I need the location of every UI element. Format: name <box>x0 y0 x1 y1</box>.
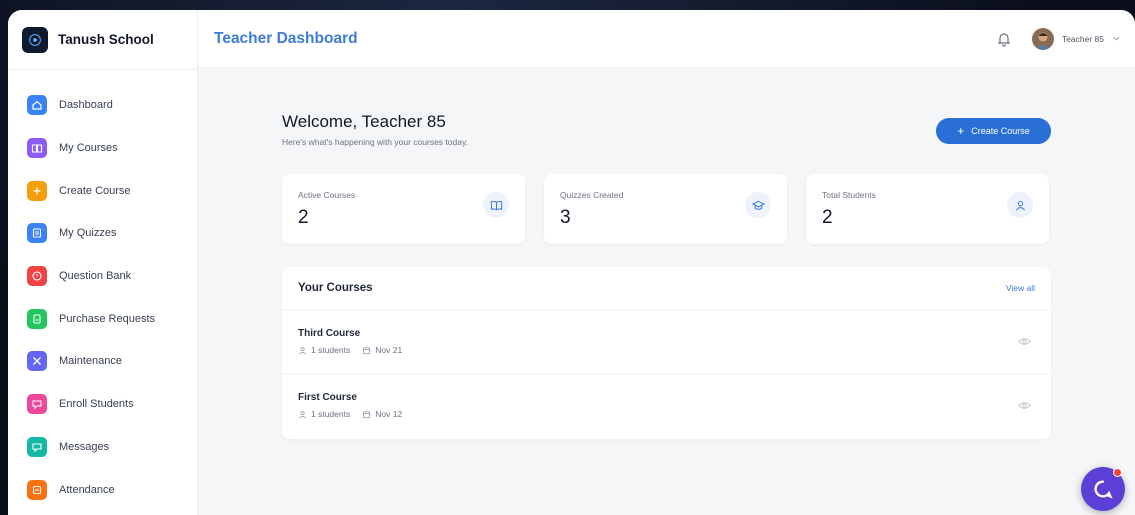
students-icon <box>299 410 306 418</box>
brand[interactable]: Tanush School <box>8 10 197 70</box>
stat-card-quizzes-created: Quizzes Created 3 <box>544 174 787 244</box>
calendar-icon <box>363 346 371 354</box>
enroll-icon <box>27 394 47 415</box>
students-icon <box>299 346 306 354</box>
stat-label: Quizzes Created <box>560 190 624 200</box>
students-icon <box>1007 192 1033 218</box>
create-course-button[interactable]: + Create Course <box>936 118 1051 144</box>
sidebar-item-question-bank[interactable]: Question Bank <box>8 255 197 298</box>
course-name: First Course <box>298 392 357 403</box>
sidebar-nav: Dashboard My Courses Create Course My Qu… <box>8 70 197 511</box>
stat-card-total-students: Total Students 2 <box>806 174 1049 244</box>
sidebar-item-label: Messages <box>59 440 110 453</box>
plus-icon <box>27 180 47 201</box>
stat-card-active-courses: Active Courses 2 <box>282 174 525 244</box>
question-icon <box>27 266 47 287</box>
stat-label: Active Courses <box>298 190 356 200</box>
avatar[interactable] <box>1031 27 1054 50</box>
graduation-cap-icon <box>745 192 771 218</box>
attendance-icon <box>27 479 47 500</box>
welcome-subtitle: Here's what's happening with your course… <box>282 137 468 147</box>
quiz-icon <box>27 223 47 244</box>
home-icon <box>27 95 47 116</box>
welcome-title: Welcome, Teacher 85 <box>282 112 446 131</box>
course-date: Nov 12 <box>375 409 403 419</box>
create-course-label: Create Course <box>971 126 1030 136</box>
stat-label: Total Students <box>822 190 876 200</box>
courses-title: Your Courses <box>298 282 373 294</box>
sidebar-item-dashboard[interactable]: Dashboard <box>8 84 197 127</box>
book-open-icon <box>483 192 509 218</box>
sidebar-item-label: Create Course <box>59 184 131 197</box>
sidebar-item-label: Enroll Students <box>59 398 134 411</box>
user-name[interactable]: Teacher 85 <box>1062 34 1104 44</box>
top-header: Teacher Dashboard Teacher 85 <box>198 10 1135 68</box>
message-icon <box>27 436 47 457</box>
course-name: Third Course <box>298 328 361 339</box>
bell-icon[interactable] <box>996 31 1012 47</box>
course-row[interactable]: First Course 1 students Nov 12 <box>282 374 1051 438</box>
sidebar-item-attendance[interactable]: Attendance <box>8 468 197 511</box>
stat-value: 2 <box>822 207 833 228</box>
school-logo-icon <box>22 26 48 53</box>
sidebar-item-my-quizzes[interactable]: My Quizzes <box>8 212 197 255</box>
sidebar-item-messages[interactable]: Messages <box>8 426 197 469</box>
sidebar: Tanush School Dashboard My Courses Creat… <box>8 10 198 515</box>
sidebar-item-maintenance[interactable]: Maintenance <box>8 340 197 383</box>
notification-dot <box>1113 468 1122 477</box>
app-window: Tanush School Dashboard My Courses Creat… <box>8 10 1135 515</box>
stat-value: 2 <box>298 207 309 228</box>
course-students: 1 students <box>311 345 351 355</box>
eye-icon[interactable] <box>1018 335 1031 348</box>
document-icon <box>27 308 47 329</box>
plus-icon: + <box>957 124 965 138</box>
sidebar-item-label: Purchase Requests <box>59 312 155 325</box>
course-meta: 1 students Nov 12 <box>298 409 402 419</box>
courses-header: Your Courses View all <box>282 267 1051 310</box>
sidebar-item-label: My Courses <box>59 142 118 155</box>
sidebar-item-purchase-requests[interactable]: Purchase Requests <box>8 297 197 340</box>
calendar-icon <box>363 410 371 418</box>
book-icon <box>27 138 47 159</box>
sidebar-item-label: My Quizzes <box>59 227 117 240</box>
wrench-icon <box>27 351 47 372</box>
header-actions: Teacher 85 <box>996 27 1121 50</box>
chat-icon <box>1094 480 1113 499</box>
sidebar-item-my-courses[interactable]: My Courses <box>8 127 197 170</box>
welcome-section: Welcome, Teacher 85 Here's what's happen… <box>282 112 468 147</box>
main-content: Welcome, Teacher 85 Here's what's happen… <box>198 68 1135 515</box>
sidebar-item-label: Question Bank <box>59 270 132 283</box>
sidebar-item-create-course[interactable]: Create Course <box>8 169 197 212</box>
course-meta: 1 students Nov 21 <box>298 345 402 355</box>
stat-value: 3 <box>560 207 571 228</box>
view-all-link[interactable]: View all <box>1006 283 1035 293</box>
course-date: Nov 21 <box>375 345 403 355</box>
course-students: 1 students <box>311 409 351 419</box>
courses-panel: Your Courses View all Third Course 1 stu… <box>282 267 1051 439</box>
sidebar-item-enroll-students[interactable]: Enroll Students <box>8 383 197 426</box>
sidebar-item-label: Maintenance <box>59 355 122 368</box>
chevron-down-icon[interactable] <box>1112 34 1121 43</box>
course-row[interactable]: Third Course 1 students Nov 21 <box>282 310 1051 374</box>
sidebar-item-label: Dashboard <box>59 99 113 112</box>
eye-icon[interactable] <box>1018 399 1031 412</box>
school-name: Tanush School <box>58 32 154 47</box>
sidebar-item-label: Attendance <box>59 483 115 496</box>
page-title: Teacher Dashboard <box>214 29 358 47</box>
